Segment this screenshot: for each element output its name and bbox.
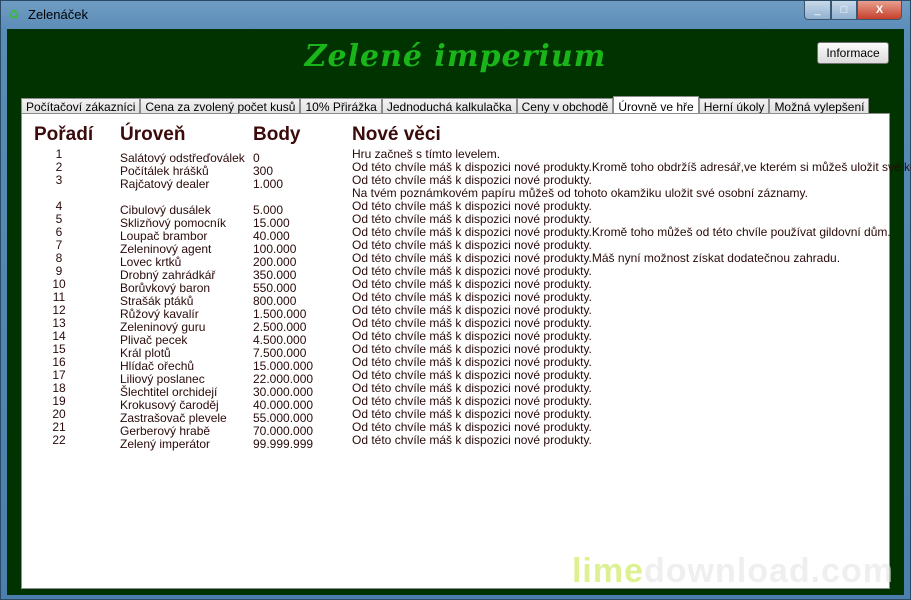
points-cell: 99.999.999 [253,437,314,451]
levels-panel: Pořadí Úroveň Body Nové věci 1 2 3 4 5 6 7 8 9 10… [21,113,911,589]
points-cell: 1.000 [253,177,284,191]
minimize-button[interactable]: _ [804,1,831,20]
rank-column: 1 2 3 4 5 6 7 8 9 10 11 12 13 14 15 16 17 18 19 20 21 22 [44,148,74,447]
watermark-part: download.com [644,552,894,590]
notes-column: Hru začneš s tímto levelem. Od této chvíl… [352,148,911,447]
level-name-cell: Rajčatový dealer [120,177,210,191]
header-level: Úroveň [120,124,186,145]
watermark-part: lime [571,552,644,590]
title-bar: ♻ Zelenáček _ □ X [1,1,910,29]
recycle-icon: ♻ [8,7,20,22]
client-area: Zelené imperium Informace Počítačoví zák… [7,29,911,595]
window-title: Zelenáček [28,7,88,22]
watermark: limedownload.com [572,552,894,591]
level-name-cell: Zelený imperátor [120,437,211,451]
level-column: Salátový odstřeďoválek Počítálek hrášků Ra… [120,152,245,451]
note-cell: Od této chvíle máš k dispozici nové prod… [352,433,592,447]
info-button[interactable]: Informace [817,42,889,64]
app-heading: Zelené imperium [304,39,607,74]
rank-cell: 22 [52,433,66,447]
points-column: 0 300 1.000 5.000 15.000 40.000 100.000 200.000… [253,152,313,451]
rank-cell: 3 [55,173,63,187]
header-new-things: Nové věci [352,124,441,145]
header-rank: Pořadí [34,124,94,145]
close-button[interactable]: X [857,1,902,20]
app-window: ♻ Zelenáček _ □ X Zelené imperium Inform… [0,0,911,600]
maximize-button[interactable]: □ [831,1,857,20]
header-points: Body [253,124,301,145]
